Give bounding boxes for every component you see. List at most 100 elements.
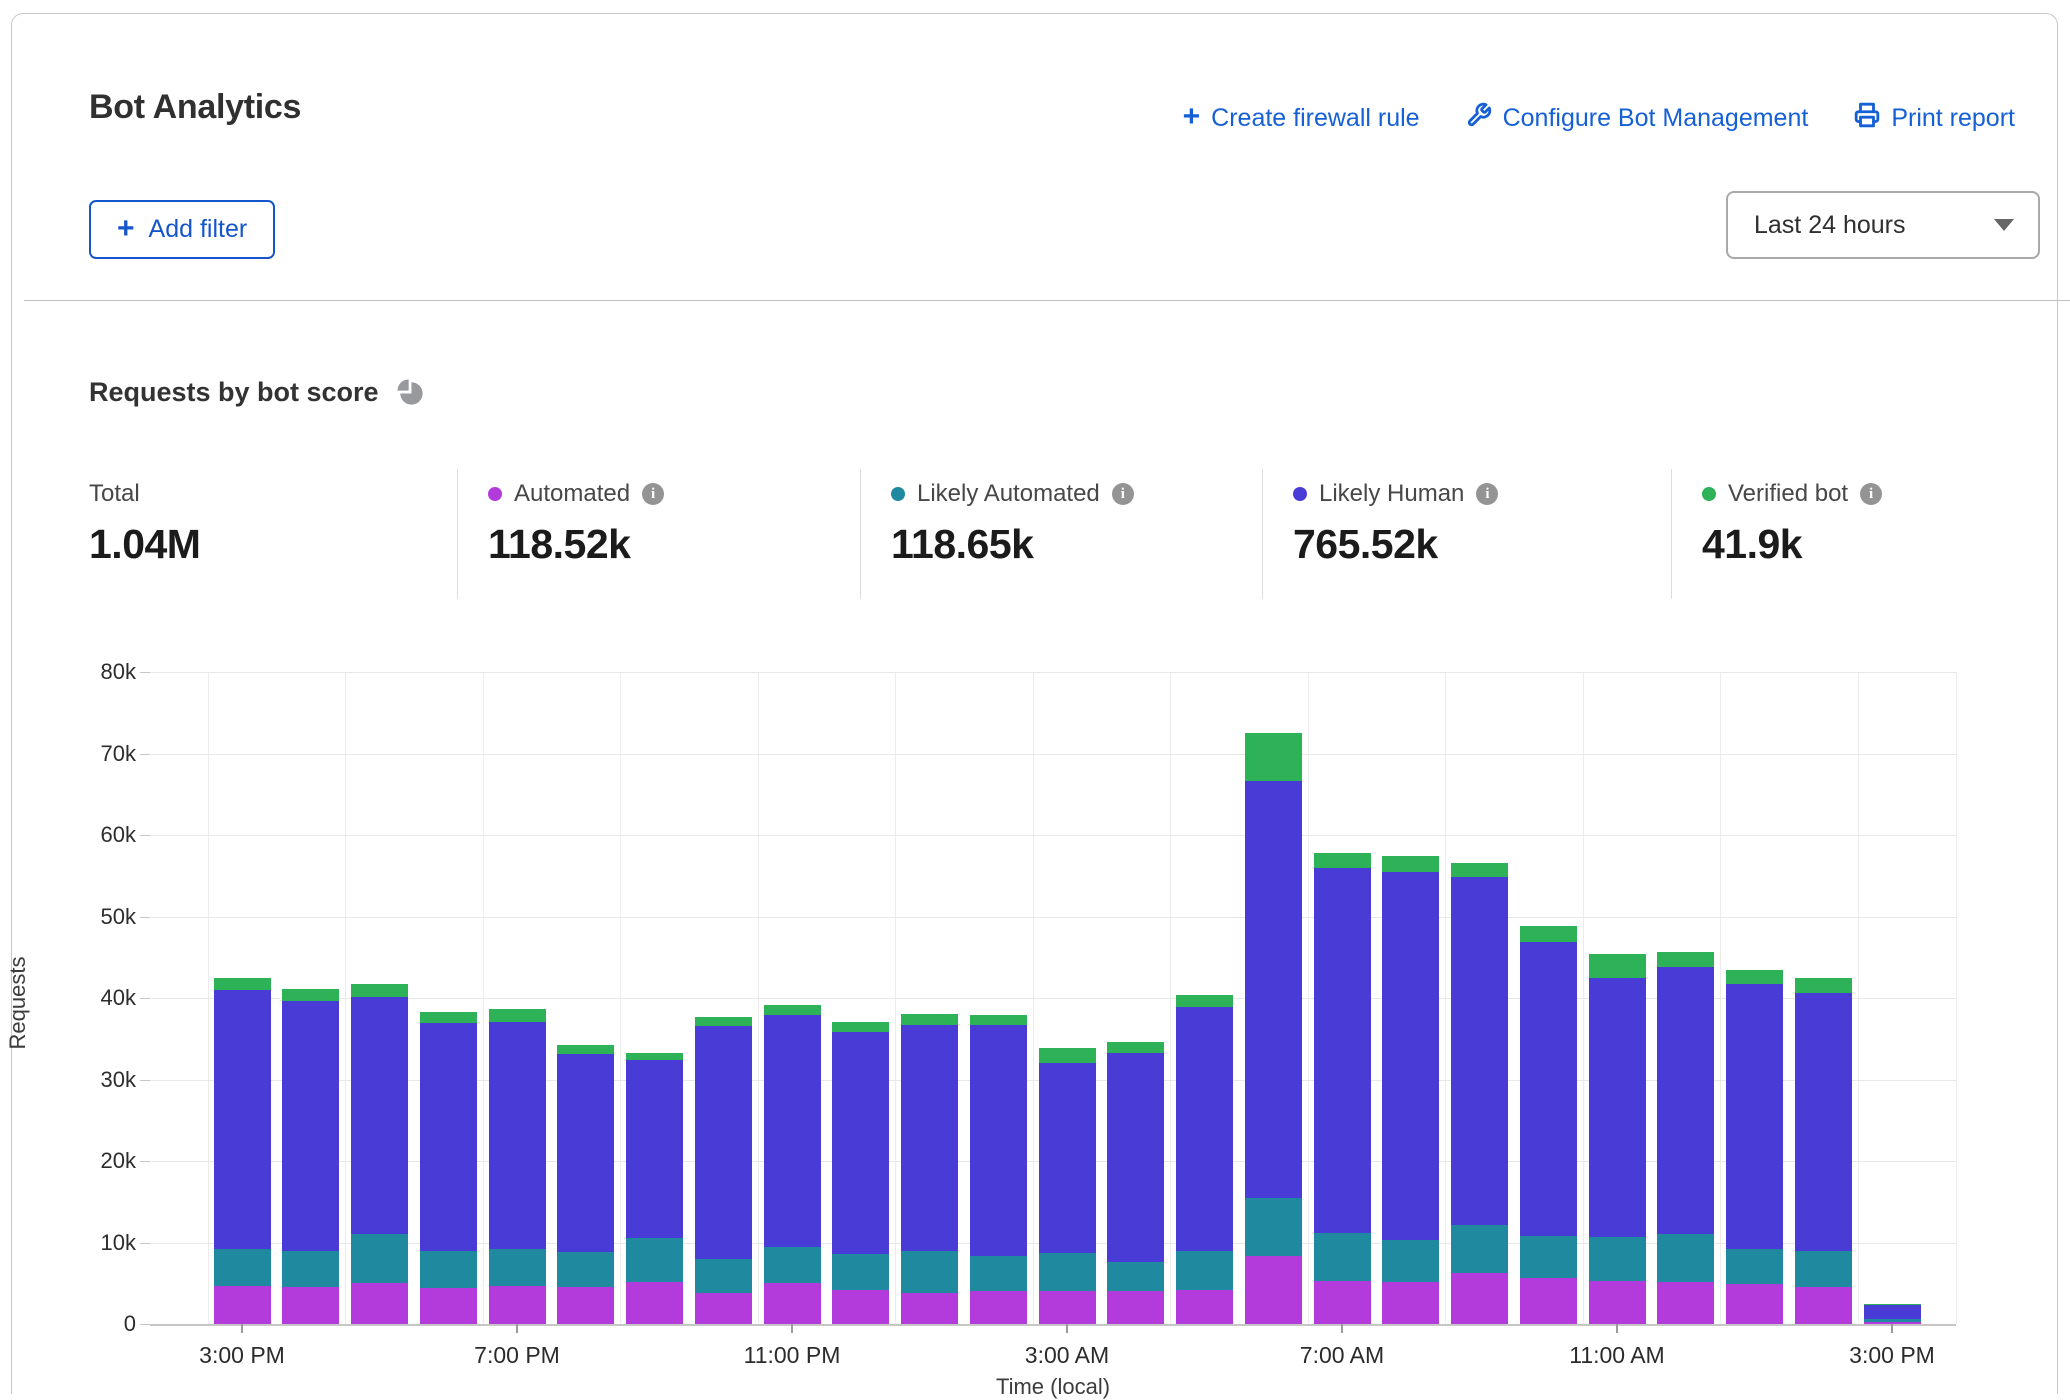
likely-automated-bar-segment[interactable]: [1314, 1233, 1371, 1281]
likely-human-bar-segment[interactable]: [1657, 967, 1714, 1234]
likely-automated-bar-segment[interactable]: [420, 1251, 477, 1288]
verified-bot-bar-segment[interactable]: [695, 1017, 752, 1026]
verified-bot-bar-segment[interactable]: [1107, 1042, 1164, 1053]
automated-bar-segment[interactable]: [1245, 1256, 1302, 1324]
automated-bar-segment[interactable]: [1520, 1278, 1577, 1324]
automated-bar-segment[interactable]: [1314, 1281, 1371, 1324]
verified-bot-bar-segment[interactable]: [832, 1022, 889, 1033]
likely-human-bar-segment[interactable]: [1795, 993, 1852, 1251]
likely-automated-bar-segment[interactable]: [557, 1252, 614, 1287]
verified-bot-bar-segment[interactable]: [214, 978, 271, 990]
likely-human-bar-segment[interactable]: [1176, 1007, 1233, 1251]
likely-automated-bar-segment[interactable]: [1726, 1249, 1783, 1284]
automated-bar-segment[interactable]: [1726, 1284, 1783, 1324]
automated-bar-segment[interactable]: [1176, 1290, 1233, 1324]
likely-human-bar-segment[interactable]: [1589, 978, 1646, 1237]
verified-bot-bar-segment[interactable]: [282, 989, 339, 1001]
likely-human-bar-segment[interactable]: [1726, 984, 1783, 1249]
likely-human-bar-segment[interactable]: [1864, 1304, 1921, 1319]
likely-human-bar-segment[interactable]: [351, 997, 408, 1234]
likely-human-bar-segment[interactable]: [970, 1025, 1027, 1256]
info-icon[interactable]: i: [642, 483, 664, 505]
automated-bar-segment[interactable]: [1039, 1291, 1096, 1324]
likely-automated-bar-segment[interactable]: [1382, 1240, 1439, 1282]
verified-bot-bar-segment[interactable]: [489, 1009, 546, 1021]
likely-automated-bar-segment[interactable]: [970, 1256, 1027, 1292]
likely-human-bar-segment[interactable]: [557, 1054, 614, 1252]
likely-human-bar-segment[interactable]: [489, 1022, 546, 1249]
likely-human-bar-segment[interactable]: [764, 1015, 821, 1246]
likely-automated-bar-segment[interactable]: [1864, 1319, 1921, 1321]
automated-bar-segment[interactable]: [764, 1283, 821, 1324]
likely-automated-bar-segment[interactable]: [1589, 1237, 1646, 1281]
likely-automated-bar-segment[interactable]: [764, 1247, 821, 1284]
likely-automated-bar-segment[interactable]: [1520, 1236, 1577, 1278]
action-link-print-report[interactable]: Print report: [1854, 102, 2015, 135]
automated-bar-segment[interactable]: [282, 1287, 339, 1324]
likely-automated-bar-segment[interactable]: [1039, 1253, 1096, 1291]
likely-automated-bar-segment[interactable]: [1451, 1225, 1508, 1273]
verified-bot-bar-segment[interactable]: [1657, 952, 1714, 967]
verified-bot-bar-segment[interactable]: [901, 1014, 958, 1025]
likely-automated-bar-segment[interactable]: [1107, 1262, 1164, 1291]
likely-automated-bar-segment[interactable]: [351, 1234, 408, 1283]
add-filter-button[interactable]: + Add filter: [89, 200, 275, 259]
verified-bot-bar-segment[interactable]: [1520, 926, 1577, 941]
verified-bot-bar-segment[interactable]: [1864, 1304, 1921, 1305]
automated-bar-segment[interactable]: [832, 1290, 889, 1324]
likely-automated-bar-segment[interactable]: [282, 1251, 339, 1287]
likely-automated-bar-segment[interactable]: [489, 1249, 546, 1286]
likely-automated-bar-segment[interactable]: [695, 1259, 752, 1293]
verified-bot-bar-segment[interactable]: [764, 1005, 821, 1015]
automated-bar-segment[interactable]: [489, 1286, 546, 1324]
likely-human-bar-segment[interactable]: [420, 1023, 477, 1250]
verified-bot-bar-segment[interactable]: [1245, 733, 1302, 781]
automated-bar-segment[interactable]: [1657, 1282, 1714, 1324]
verified-bot-bar-segment[interactable]: [1039, 1048, 1096, 1063]
time-range-select[interactable]: Last 24 hours: [1726, 191, 2040, 259]
likely-automated-bar-segment[interactable]: [901, 1251, 958, 1293]
likely-human-bar-segment[interactable]: [626, 1060, 683, 1238]
likely-automated-bar-segment[interactable]: [1795, 1251, 1852, 1287]
automated-bar-segment[interactable]: [214, 1286, 271, 1324]
likely-human-bar-segment[interactable]: [1382, 872, 1439, 1240]
likely-human-bar-segment[interactable]: [282, 1001, 339, 1250]
likely-human-bar-segment[interactable]: [1520, 942, 1577, 1236]
likely-human-bar-segment[interactable]: [901, 1025, 958, 1251]
verified-bot-bar-segment[interactable]: [626, 1053, 683, 1060]
verified-bot-bar-segment[interactable]: [1795, 978, 1852, 993]
likely-automated-bar-segment[interactable]: [214, 1249, 271, 1286]
automated-bar-segment[interactable]: [1451, 1273, 1508, 1324]
automated-bar-segment[interactable]: [1589, 1281, 1646, 1324]
likely-human-bar-segment[interactable]: [1039, 1063, 1096, 1253]
likely-automated-bar-segment[interactable]: [1176, 1251, 1233, 1290]
likely-human-bar-segment[interactable]: [1245, 781, 1302, 1197]
automated-bar-segment[interactable]: [695, 1293, 752, 1324]
action-link-configure-bot-management[interactable]: Configure Bot Management: [1466, 102, 1809, 135]
verified-bot-bar-segment[interactable]: [1382, 856, 1439, 871]
verified-bot-bar-segment[interactable]: [1176, 995, 1233, 1007]
automated-bar-segment[interactable]: [557, 1287, 614, 1324]
verified-bot-bar-segment[interactable]: [557, 1045, 614, 1054]
likely-automated-bar-segment[interactable]: [626, 1238, 683, 1281]
info-icon[interactable]: i: [1476, 483, 1498, 505]
automated-bar-segment[interactable]: [901, 1293, 958, 1324]
likely-human-bar-segment[interactable]: [695, 1026, 752, 1259]
likely-human-bar-segment[interactable]: [1107, 1053, 1164, 1262]
likely-automated-bar-segment[interactable]: [832, 1254, 889, 1290]
likely-automated-bar-segment[interactable]: [1245, 1198, 1302, 1257]
automated-bar-segment[interactable]: [420, 1288, 477, 1324]
verified-bot-bar-segment[interactable]: [1314, 853, 1371, 868]
likely-automated-bar-segment[interactable]: [1657, 1234, 1714, 1282]
automated-bar-segment[interactable]: [970, 1291, 1027, 1324]
likely-human-bar-segment[interactable]: [1314, 868, 1371, 1233]
verified-bot-bar-segment[interactable]: [1726, 970, 1783, 984]
automated-bar-segment[interactable]: [1107, 1291, 1164, 1324]
verified-bot-bar-segment[interactable]: [1451, 863, 1508, 878]
verified-bot-bar-segment[interactable]: [1589, 954, 1646, 978]
action-link-create-firewall-rule[interactable]: +Create firewall rule: [1183, 104, 1420, 133]
automated-bar-segment[interactable]: [1382, 1282, 1439, 1324]
info-icon[interactable]: i: [1860, 483, 1882, 505]
automated-bar-segment[interactable]: [626, 1282, 683, 1324]
verified-bot-bar-segment[interactable]: [351, 984, 408, 997]
